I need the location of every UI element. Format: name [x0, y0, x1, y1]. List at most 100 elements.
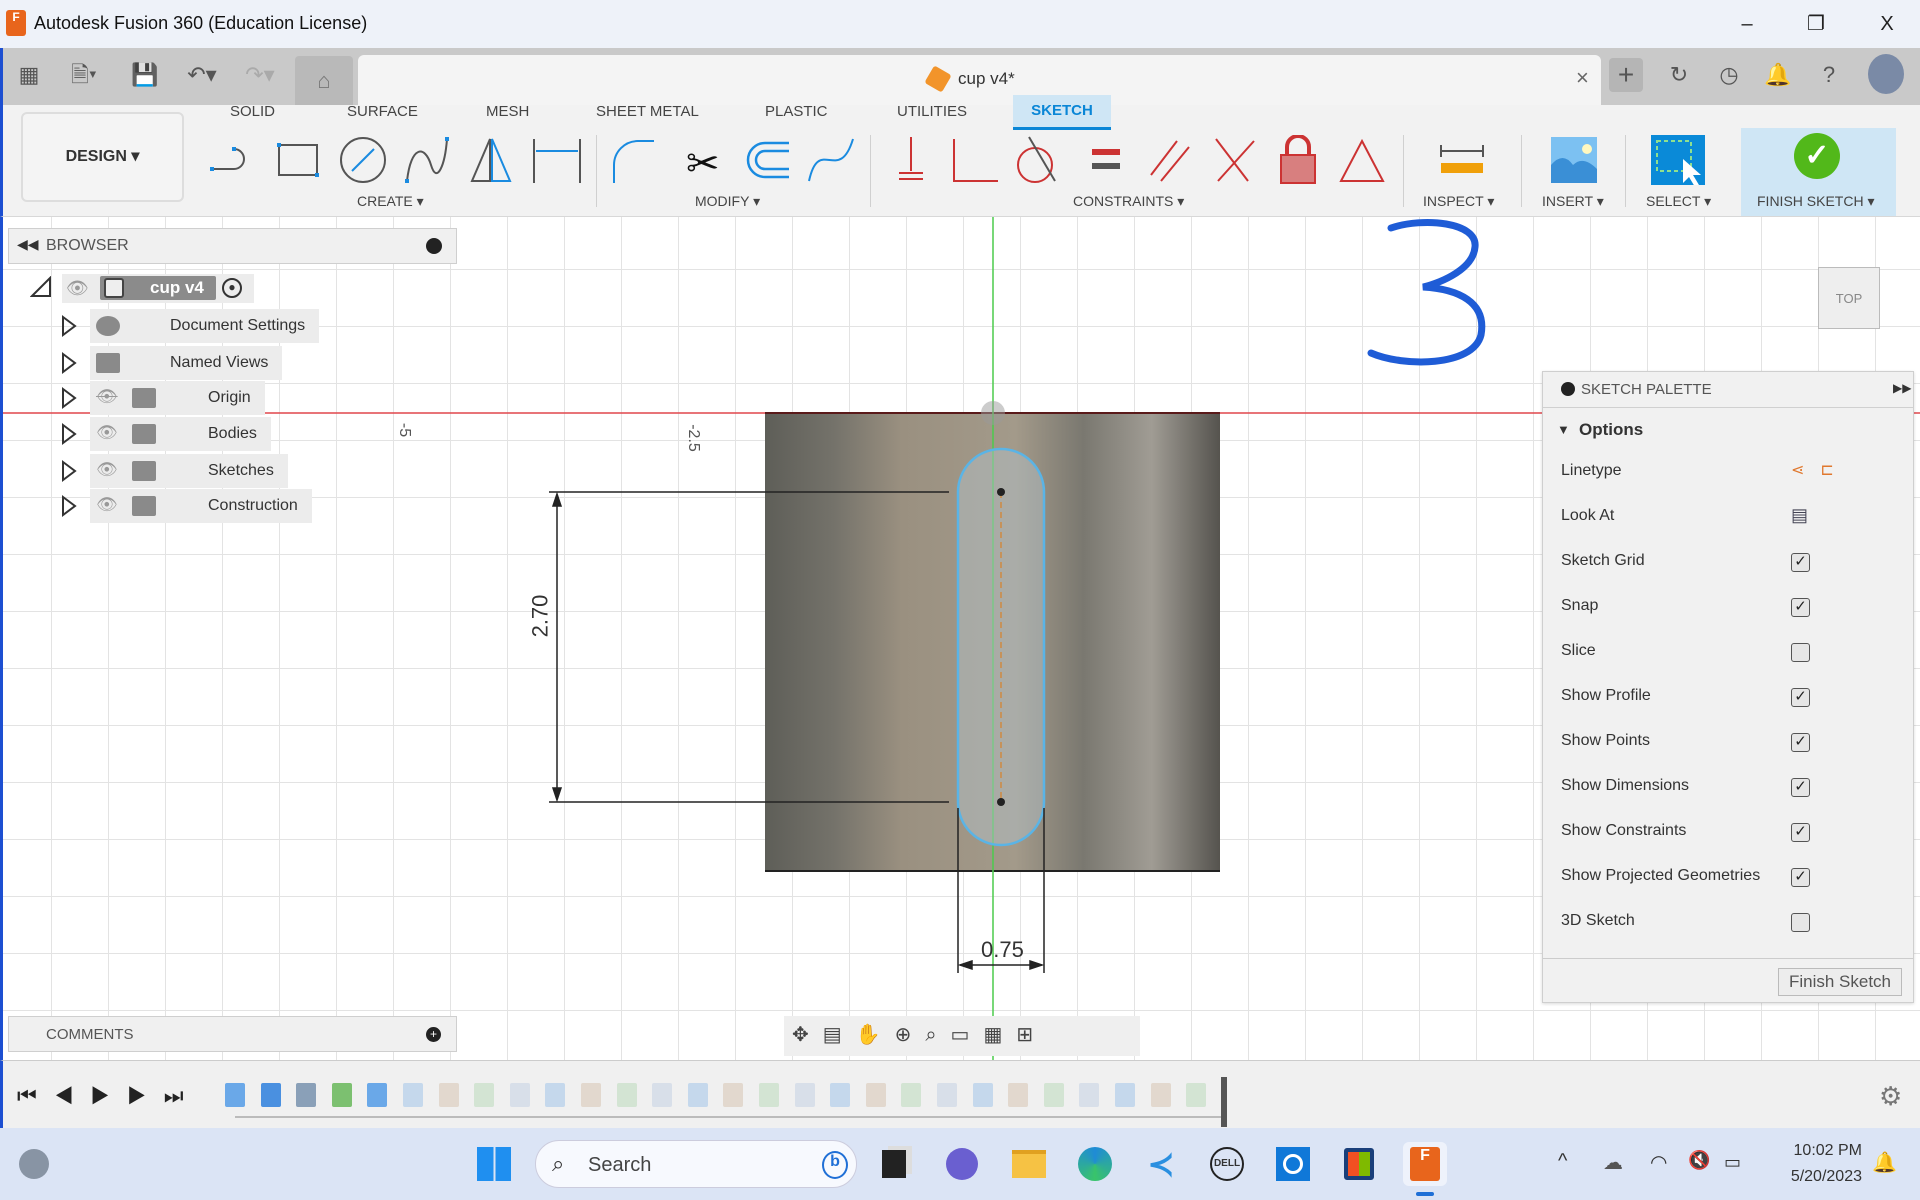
select-window-icon[interactable] [1651, 135, 1705, 185]
expand-arrow-icon[interactable] [60, 423, 78, 445]
measure-ruler-icon[interactable] [1435, 135, 1489, 185]
palette-checkbox[interactable]: ✓ [1791, 868, 1810, 887]
expand-arrow-icon[interactable] [60, 352, 78, 374]
timeline-feature[interactable] [1008, 1083, 1029, 1107]
edge-browser-icon[interactable] [1073, 1142, 1117, 1186]
timeline-settings-gear-icon[interactable]: ⚙ [1879, 1081, 1902, 1112]
line-tool-icon[interactable] [208, 135, 262, 185]
alexa-icon[interactable] [1271, 1142, 1315, 1186]
save-icon[interactable]: 💾 [128, 58, 162, 92]
tray-overflow-icon[interactable]: ^ [1558, 1150, 1567, 1173]
create-menu[interactable]: CREATE ▾ [357, 193, 424, 210]
browser-item[interactable]: 👁 Bodies [60, 417, 660, 451]
timeline-feature[interactable] [723, 1083, 744, 1107]
timeline-feature[interactable] [545, 1083, 566, 1107]
timeline-feature[interactable] [687, 1083, 708, 1107]
modify-menu[interactable]: MODIFY ▾ [695, 193, 760, 210]
finish-sketch-button[interactable]: ✓ FINISH SKETCH ▾ [1741, 128, 1896, 216]
timeline-feature[interactable] [830, 1083, 851, 1107]
close-tab-button[interactable]: × [1576, 65, 1589, 91]
clock-date[interactable]: 5/20/2023 [1772, 1168, 1862, 1186]
timeline-feature[interactable] [972, 1083, 993, 1107]
restore-button[interactable]: ❐ [1796, 8, 1836, 40]
clock-icon[interactable]: ◷ [1712, 58, 1746, 92]
user-avatar[interactable] [1868, 54, 1904, 94]
timeline-feature[interactable] [901, 1083, 922, 1107]
first-step-icon[interactable]: ⏮ [17, 1083, 54, 1108]
browser-item[interactable]: Named Views [60, 346, 660, 380]
clock-time[interactable]: 10:02 PM [1772, 1142, 1862, 1160]
expand-arrow-icon[interactable] [60, 387, 78, 409]
panel-toggle-icon[interactable] [426, 238, 442, 254]
timeline-feature[interactable] [652, 1083, 673, 1107]
conic-curve-icon[interactable] [805, 135, 859, 185]
help-icon[interactable]: ? [1812, 58, 1846, 92]
dimension-height-value[interactable]: 2.70 [527, 595, 553, 638]
browser-item[interactable]: 👁 Origin [60, 381, 660, 415]
vscode-icon[interactable]: ≺ [1139, 1142, 1183, 1186]
taskbar-search[interactable]: ⌕ Search b [535, 1140, 857, 1188]
onedrive-cloud-icon[interactable]: ☁ [1603, 1150, 1623, 1175]
timeline-feature[interactable] [1115, 1083, 1135, 1107]
timeline-marker[interactable] [1221, 1077, 1227, 1127]
tangent-constraint-icon[interactable] [1011, 135, 1065, 185]
palette-checkbox[interactable]: ✓ [1791, 778, 1810, 797]
collapse-panel-icon[interactable]: ◀◀ [17, 236, 39, 253]
section-collapse-icon[interactable]: ▼ [1557, 422, 1570, 437]
play-icon[interactable]: ▶ [90, 1083, 127, 1108]
browser-item[interactable]: 👁 Sketches [60, 454, 660, 488]
timeline-feature[interactable] [367, 1083, 388, 1107]
activate-radio-icon[interactable]: ● [222, 278, 242, 298]
viewports-icon[interactable]: ⊞ [1016, 1024, 1047, 1046]
tab-mesh[interactable]: MESH [486, 103, 529, 120]
wifi-icon[interactable]: ◠ [1650, 1150, 1667, 1175]
apps-grid-icon[interactable]: ▦ [12, 58, 46, 92]
widgets-icon[interactable] [12, 1142, 56, 1186]
lock-icon[interactable] [1271, 135, 1325, 185]
tab-utilities[interactable]: UTILITIES [897, 103, 967, 120]
browser-item[interactable]: Document Settings [60, 309, 660, 343]
previous-step-icon[interactable]: ◀ [54, 1083, 91, 1108]
mirror-tool-icon[interactable] [466, 135, 520, 185]
timeline-feature[interactable] [509, 1083, 530, 1107]
timeline-feature[interactable] [1079, 1083, 1100, 1107]
new-tab-plus-icon[interactable]: + [1609, 58, 1643, 92]
browser-root-item[interactable]: 👁 cup v4 ● [62, 274, 254, 303]
battery-icon[interactable]: ▭ [1724, 1152, 1741, 1173]
palette-checkbox[interactable]: ✓ [1791, 598, 1810, 617]
look-at-icon[interactable]: ▤ [823, 1024, 856, 1046]
teams-chat-icon[interactable] [940, 1142, 984, 1186]
fix-constraint-icon[interactable] [883, 135, 937, 185]
zoom-icon[interactable]: ⊕ [895, 1024, 926, 1046]
hidden-eye-icon[interactable]: 👁 [96, 387, 118, 407]
triangle-constraint-icon[interactable] [1335, 135, 1389, 185]
palette-checkbox[interactable]: ✓ [1791, 553, 1810, 572]
linetype-construction-icon[interactable]: ⋖⊏ [1791, 460, 1850, 480]
dimension-tool-icon[interactable] [530, 135, 584, 185]
tab-surface[interactable]: SURFACE [347, 103, 418, 120]
coincident-constraint-icon[interactable] [1208, 135, 1262, 185]
tab-sheet-metal[interactable]: SHEET METAL [596, 103, 699, 120]
tab-sketch[interactable]: SKETCH [1013, 95, 1111, 130]
pan-hand-icon[interactable]: ✋ [856, 1024, 895, 1046]
microsoft-store-icon[interactable] [1337, 1142, 1381, 1186]
circle-tool-icon[interactable] [336, 135, 390, 185]
document-tab[interactable]: cup v4* × [358, 55, 1601, 105]
visibility-eye-icon[interactable]: 👁 [96, 460, 118, 480]
file-explorer-icon[interactable] [1007, 1142, 1051, 1186]
timeline-feature[interactable] [1186, 1083, 1207, 1107]
grid-settings-icon[interactable]: ▦ [983, 1024, 1016, 1046]
visibility-eye-icon[interactable]: 👁 [96, 495, 118, 515]
insert-menu[interactable]: INSERT ▾ [1542, 193, 1604, 210]
palette-checkbox[interactable] [1791, 913, 1810, 932]
undo-icon[interactable]: ↶▾ [185, 58, 219, 92]
fusion360-taskbar-icon[interactable]: F [1403, 1142, 1447, 1186]
select-menu[interactable]: SELECT ▾ [1646, 193, 1711, 210]
next-step-icon[interactable]: ▶ [127, 1083, 164, 1108]
palette-checkbox[interactable]: ✓ [1791, 688, 1810, 707]
palette-checkbox[interactable] [1791, 643, 1810, 662]
timeline-feature[interactable] [937, 1083, 957, 1107]
redo-icon[interactable]: ↷▾ [243, 58, 277, 92]
timeline-feature[interactable] [260, 1083, 281, 1107]
perpendicular-constraint-icon[interactable] [948, 135, 1002, 185]
